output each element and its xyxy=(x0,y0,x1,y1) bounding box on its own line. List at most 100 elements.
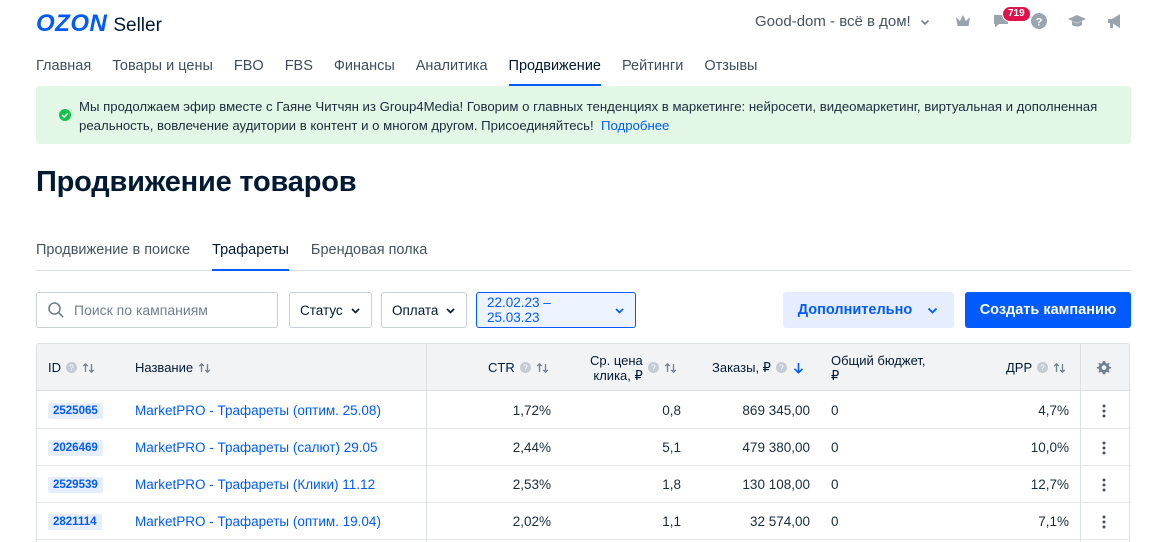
row-budget: 0 xyxy=(831,440,839,455)
payment-filter-label: Оплата xyxy=(392,302,439,318)
more-options-button[interactable]: Дополнительно xyxy=(783,292,954,328)
logo-product: Seller xyxy=(113,15,162,36)
graduation-cap-icon[interactable] xyxy=(1066,10,1088,32)
row-orders: 479 380,00 xyxy=(742,440,810,455)
col-ctr-label: CTR xyxy=(488,360,515,375)
row-actions[interactable] xyxy=(1096,392,1112,429)
col-id[interactable]: ID ? xyxy=(48,344,95,391)
col-drr[interactable]: ДРР ? xyxy=(1006,344,1066,391)
col-budget-label-2: ₽ xyxy=(831,367,840,383)
nav-item-products[interactable]: Товары и цены xyxy=(112,57,213,86)
row-budget: 0 xyxy=(831,403,839,418)
sort-icon[interactable] xyxy=(664,362,677,374)
nav-item-main[interactable]: Главная xyxy=(36,57,91,86)
megaphone-icon[interactable] xyxy=(1104,10,1126,32)
date-range-label: 22.02.23 – 25.03.23 xyxy=(487,295,551,325)
header-icons: 719 ? xyxy=(952,6,1126,32)
nav-item-analytics[interactable]: Аналитика xyxy=(416,57,488,86)
svg-text:?: ? xyxy=(1040,364,1045,373)
banner-text: Мы продолжаем эфир вместе с Гаяне Читчян… xyxy=(79,97,1109,135)
info-icon[interactable]: ? xyxy=(775,362,787,373)
tab-banners[interactable]: Трафареты xyxy=(212,240,289,271)
row-orders: 32 574,00 xyxy=(749,514,810,529)
sort-icon[interactable] xyxy=(198,362,211,374)
logo-brand: OZON xyxy=(36,10,108,37)
search-input[interactable] xyxy=(74,302,264,318)
campaign-search[interactable] xyxy=(36,292,278,328)
payment-filter[interactable]: Оплата xyxy=(381,292,468,328)
sort-desc-icon[interactable] xyxy=(792,362,805,374)
info-icon[interactable]: ? xyxy=(647,362,659,373)
col-budget-label: Общий бюджет, ₽ xyxy=(831,353,926,383)
nav-item-reviews[interactable]: Отзывы xyxy=(704,57,757,86)
col-cpc-label-2: клика, ₽ xyxy=(593,367,643,383)
tab-search-promotion[interactable]: Продвижение в поиске xyxy=(36,240,190,271)
campaign-id[interactable]: 2525065 xyxy=(48,402,103,419)
col-budget-label-1: Общий бюджет, xyxy=(831,352,926,368)
sort-icon[interactable] xyxy=(536,362,549,374)
more-vertical-icon[interactable] xyxy=(1096,477,1112,493)
row-cpc: 1,8 xyxy=(662,477,681,492)
row-name-cell: MarketPRO - Трафареты (оптим. 25.08) xyxy=(135,392,381,429)
row-drr: 4,7% xyxy=(1038,403,1069,418)
campaign-name-link[interactable]: MarketPRO - Трафареты (оптим. 19.04) xyxy=(135,514,381,529)
nav-item-promotion[interactable]: Продвижение xyxy=(508,57,601,86)
row-orders: 869 345,00 xyxy=(742,403,810,418)
gear-icon[interactable] xyxy=(1096,360,1112,376)
table-row: 2525065 MarketPRO - Трафареты (оптим. 25… xyxy=(37,392,1129,429)
status-filter[interactable]: Статус xyxy=(289,292,372,328)
top-header: OZON Seller Good-dom - всё в дом! 719 ? xyxy=(0,0,1159,46)
column-settings[interactable] xyxy=(1096,344,1112,391)
row-actions[interactable] xyxy=(1096,466,1112,503)
info-icon[interactable]: ? xyxy=(66,362,77,373)
store-selector[interactable]: Good-dom - всё в дом! xyxy=(755,13,931,30)
col-cpc[interactable]: Ср. цена клика, ₽ ? xyxy=(590,344,677,391)
nav-item-fbo[interactable]: FBO xyxy=(234,57,264,86)
svg-text:?: ? xyxy=(1036,16,1043,28)
nav-item-ratings[interactable]: Рейтинги xyxy=(622,57,683,86)
campaign-name-link[interactable]: MarketPRO - Трафареты (салют) 29.05 xyxy=(135,440,378,455)
more-vertical-icon[interactable] xyxy=(1096,403,1112,419)
campaign-id[interactable]: 2026469 xyxy=(48,439,103,456)
ozon-seller-logo[interactable]: OZON Seller xyxy=(36,10,162,38)
chat-icon[interactable]: 719 xyxy=(990,6,1031,32)
crown-icon[interactable] xyxy=(952,10,974,32)
status-filter-label: Статус xyxy=(300,302,343,318)
sort-icon[interactable] xyxy=(82,362,95,374)
col-orders[interactable]: Заказы, ₽ ? xyxy=(712,344,805,391)
campaign-name-link[interactable]: MarketPRO - Трафареты (Клики) 11.12 xyxy=(135,477,375,492)
row-id-cell: 2525065 xyxy=(48,392,103,429)
help-icon[interactable]: ? xyxy=(1028,10,1050,32)
banner-message: Мы продолжаем эфир вместе с Гаяне Читчян… xyxy=(79,99,1098,133)
campaign-name-link[interactable]: MarketPRO - Трафареты (оптим. 25.08) xyxy=(135,403,381,418)
col-cpc-label: Ср. цена клика, ₽ xyxy=(590,353,643,383)
info-icon[interactable]: ? xyxy=(519,362,531,373)
more-vertical-icon[interactable] xyxy=(1096,440,1112,456)
col-ctr[interactable]: CTR ? xyxy=(488,344,549,391)
campaign-id[interactable]: 2529539 xyxy=(48,476,103,493)
row-actions[interactable] xyxy=(1096,503,1112,540)
col-id-label: ID xyxy=(48,360,61,375)
row-orders: 130 108,00 xyxy=(742,477,810,492)
info-icon[interactable]: ? xyxy=(1037,362,1049,373)
col-name[interactable]: Название xyxy=(135,344,211,391)
create-campaign-button[interactable]: Создать кампанию xyxy=(965,292,1131,328)
row-cpc: 0,8 xyxy=(662,403,681,418)
table-row: 2529539 MarketPRO - Трафареты (Клики) 11… xyxy=(37,466,1129,503)
campaign-id[interactable]: 2821114 xyxy=(48,513,102,530)
date-range-picker[interactable]: 22.02.23 – 25.03.23 xyxy=(476,292,636,328)
more-vertical-icon[interactable] xyxy=(1096,514,1112,530)
row-name-cell: MarketPRO - Трафареты (Клики) 11.12 xyxy=(135,466,375,503)
sort-icon[interactable] xyxy=(1053,362,1066,374)
banner-more-link[interactable]: Подробнее xyxy=(601,118,669,133)
row-id-cell: 2026469 xyxy=(48,429,103,466)
search-icon xyxy=(48,302,64,318)
row-actions[interactable] xyxy=(1096,429,1112,466)
nav-item-fbs[interactable]: FBS xyxy=(285,57,313,86)
row-budget: 0 xyxy=(831,477,839,492)
tab-brand-shelf[interactable]: Брендовая полка xyxy=(311,240,427,271)
col-drr-label: ДРР xyxy=(1006,360,1033,375)
nav-item-finance[interactable]: Финансы xyxy=(334,57,395,86)
page-title: Продвижение товаров xyxy=(36,166,357,198)
row-ctr: 1,72% xyxy=(512,403,551,418)
